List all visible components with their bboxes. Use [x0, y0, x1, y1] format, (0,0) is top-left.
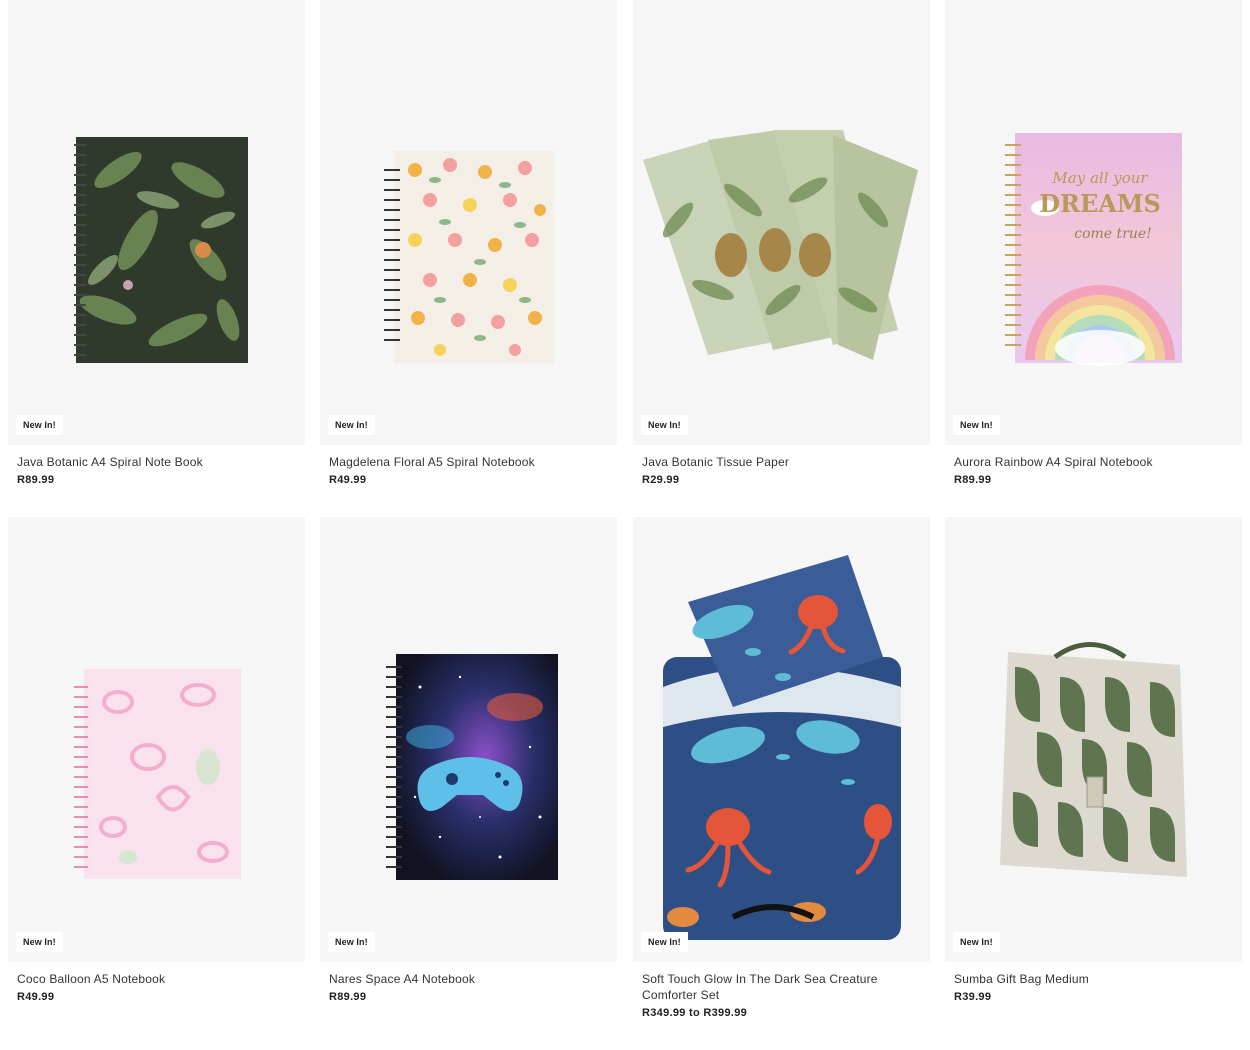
product-card[interactable]: New In! Magdelena Floral A5 Spiral Noteb…: [320, 0, 617, 486]
product-price: R89.99: [954, 474, 992, 486]
product-name[interactable]: Magdelena Floral A5 Spiral Notebook: [329, 454, 609, 470]
new-in-badge: New In!: [641, 932, 688, 952]
product-card[interactable]: New In! Nares Space A4 Notebook R89.99: [320, 517, 617, 1003]
new-in-badge: New In!: [953, 932, 1000, 952]
product-image[interactable]: New In!: [320, 0, 617, 445]
product-card[interactable]: New In! Java Botanic A4 Spiral Note Book…: [8, 0, 305, 486]
product-card[interactable]: May all your DREAMS come true! New In! A…: [945, 0, 1242, 486]
product-card[interactable]: New In! Soft Touch Glow In The Dark Sea …: [633, 517, 930, 1019]
cover-text-line3: come true!: [1074, 226, 1152, 242]
balloon-notebook-icon: [74, 669, 241, 879]
product-price: R349.99 to R399.99: [642, 1007, 748, 1019]
floral-notebook-icon: [384, 151, 554, 363]
new-in-badge: New In!: [16, 415, 63, 435]
new-in-badge: New In!: [328, 415, 375, 435]
product-image[interactable]: New In!: [8, 0, 305, 445]
product-price: R49.99: [329, 474, 367, 486]
product-price: R29.99: [642, 474, 680, 486]
product-image[interactable]: New In!: [8, 517, 305, 962]
product-card[interactable]: New In! Java Botanic Tissue Paper R29.99: [633, 0, 930, 486]
botanic-tissue-paper-icon: [643, 130, 918, 360]
product-price: R39.99: [954, 991, 992, 1003]
product-name[interactable]: Nares Space A4 Notebook: [329, 971, 609, 987]
product-image[interactable]: New In!: [320, 517, 617, 962]
product-price: R89.99: [17, 474, 55, 486]
sea-creature-comforter-icon: [663, 555, 901, 940]
product-name[interactable]: Aurora Rainbow A4 Spiral Notebook: [954, 454, 1234, 470]
product-price: R49.99: [17, 991, 55, 1003]
product-card[interactable]: New In! Sumba Gift Bag Medium R39.99: [945, 517, 1242, 1003]
green-gift-bag-icon: [1000, 642, 1187, 877]
product-image[interactable]: New In!: [633, 0, 930, 445]
product-name[interactable]: Sumba Gift Bag Medium: [954, 971, 1234, 987]
new-in-badge: New In!: [328, 932, 375, 952]
product-name[interactable]: Soft Touch Glow In The Dark Sea Creature…: [642, 971, 922, 1003]
product-card[interactable]: New In! Coco Balloon A5 Notebook R49.99: [8, 517, 305, 1003]
new-in-badge: New In!: [953, 415, 1000, 435]
product-image[interactable]: May all your DREAMS come true! New In!: [945, 0, 1242, 445]
new-in-badge: New In!: [641, 415, 688, 435]
product-name[interactable]: Java Botanic Tissue Paper: [642, 454, 922, 470]
dark-botanical-notebook-icon: [74, 137, 248, 363]
product-image[interactable]: New In!: [945, 517, 1242, 962]
product-grid: New In! Java Botanic A4 Spiral Note Book…: [0, 0, 1250, 1050]
cover-text-line2: DREAMS: [1039, 189, 1161, 218]
cover-text-line1: May all your: [1051, 169, 1148, 187]
product-name[interactable]: Java Botanic A4 Spiral Note Book: [17, 454, 297, 470]
rainbow-notebook-icon: May all your DREAMS come true!: [1005, 133, 1182, 366]
new-in-badge: New In!: [16, 932, 63, 952]
product-name[interactable]: Coco Balloon A5 Notebook: [17, 971, 297, 987]
space-gamepad-notebook-icon: [386, 654, 558, 880]
product-price: R89.99: [329, 991, 367, 1003]
product-image[interactable]: New In!: [633, 517, 930, 962]
